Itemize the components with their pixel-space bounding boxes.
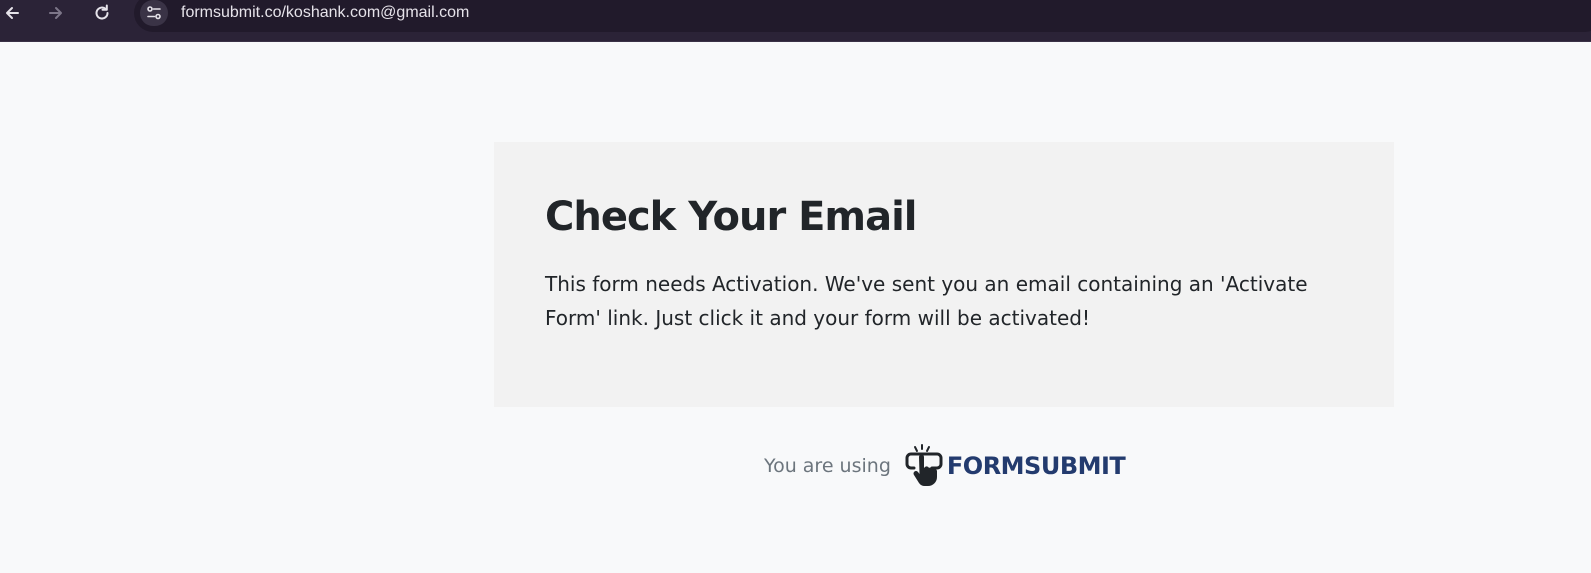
arrow-right-icon [49, 7, 62, 19]
formsubmit-logo-link[interactable]: FORMSUBMIT [905, 444, 1126, 488]
powered-by-footer: You are using FORMSUBMIT [764, 443, 1126, 489]
page-title: Check Your Email [545, 194, 918, 240]
message-card: Check Your Email This form needs Activat… [494, 142, 1394, 407]
forward-button[interactable] [44, 2, 68, 24]
hand-pointer-logo-icon [905, 444, 943, 487]
url-text[interactable]: formsubmit.co/koshank.com@gmail.com [181, 3, 469, 23]
arrow-left-icon [6, 7, 19, 19]
activation-message: This form needs Activation. We've sent y… [545, 272, 1308, 330]
tune-icon [147, 6, 161, 20]
brand-name: FORMSUBMIT [946, 452, 1126, 480]
footer-prefix: You are using [764, 455, 891, 477]
reload-button[interactable] [90, 2, 114, 24]
site-info-button[interactable] [140, 0, 168, 26]
browser-toolbar: formsubmit.co/koshank.com@gmail.com [0, 0, 1591, 42]
reload-icon [95, 4, 109, 20]
back-button[interactable] [0, 2, 24, 24]
